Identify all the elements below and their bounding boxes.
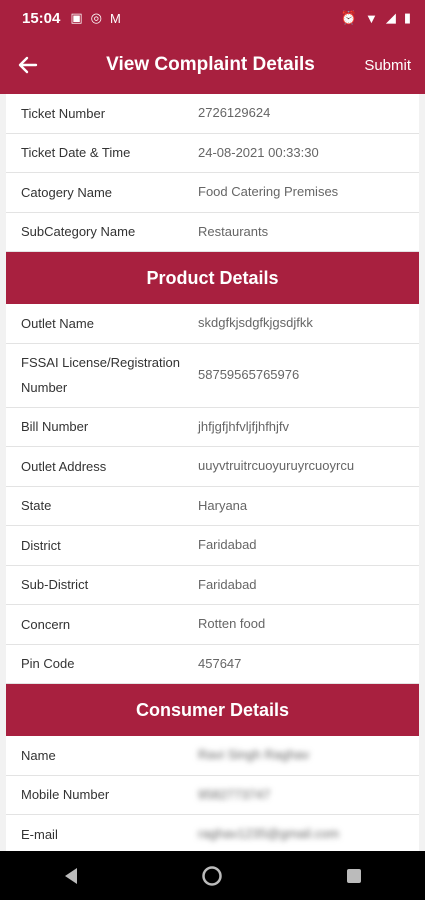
- back-button[interactable]: [0, 36, 56, 94]
- row-value: Faridabad: [198, 537, 257, 553]
- alarm-icon: ⏰: [340, 10, 357, 25]
- row-label: Catogery Name: [21, 184, 113, 200]
- row-value: Food Catering Premises: [198, 184, 339, 200]
- ticket-row: SubCategory Name Restaurants: [6, 213, 419, 252]
- row-label: E-mail: [21, 826, 58, 842]
- product-row: Concern Rotten food: [6, 605, 419, 645]
- consumer-details-header: Consumer Details: [6, 684, 419, 736]
- ticket-row: Ticket Date & Time 24-08-2021 00:33:30: [6, 134, 419, 173]
- consumer-row: Mobile Number 9582773747: [6, 776, 419, 815]
- product-row: Bill Number jhfjgfjhfvljfjhfhjfv: [6, 408, 419, 447]
- nav-recents-button[interactable]: [334, 856, 374, 896]
- product-row: FSSAI License/Registration Number 587595…: [6, 344, 419, 408]
- signal-icon: ◢: [385, 10, 396, 25]
- square-recents-icon: [347, 868, 362, 883]
- back-arrow-icon: [18, 56, 38, 74]
- row-label: FSSAI License/Registration Number: [21, 355, 180, 395]
- row-value: 24-08-2021 00:33:30: [198, 144, 319, 160]
- status-time: 15:04: [22, 9, 61, 27]
- row-label: District: [21, 537, 61, 553]
- wifi-icon: ▼: [364, 10, 378, 26]
- battery-icon: ▮: [403, 10, 411, 25]
- row-value: 2726129624: [198, 105, 271, 121]
- ticket-row: Catogery Name Food Catering Premises: [6, 173, 419, 213]
- row-value: Restaurants: [198, 223, 269, 239]
- row-label: Ticket Number: [21, 105, 106, 121]
- row-value: uuyvtruitrcuoyuruyrcuoyrcu: [198, 458, 355, 474]
- consumer-row: E-mail raghav1235@gmail.com: [6, 815, 419, 851]
- nav-back-button[interactable]: [51, 856, 91, 896]
- product-row: State Haryana: [6, 487, 419, 526]
- row-label: Bill Number: [21, 419, 89, 435]
- app-bar: View Complaint Details Submit: [0, 36, 425, 94]
- row-value: jhfjgfjhfvljfjhfhjfv: [198, 418, 290, 434]
- row-label: Sub-District: [21, 577, 89, 593]
- product-row: Outlet Name skdgfkjsdgfkjgsdjfkk: [6, 304, 419, 344]
- ticket-row: Ticket Number 2726129624: [6, 94, 419, 134]
- product-row: District Faridabad: [6, 526, 419, 566]
- nav-home-button[interactable]: [192, 856, 232, 896]
- system-nav-bar: [0, 851, 425, 900]
- submit-button[interactable]: Submit: [355, 57, 425, 74]
- row-label: Concern: [21, 616, 71, 632]
- product-row: Outlet Address uuyvtruitrcuoyuruyrcuoyrc…: [6, 447, 419, 487]
- row-label: Ticket Date & Time: [21, 145, 131, 161]
- row-label: State: [21, 498, 52, 514]
- image-icon: ▣: [70, 10, 83, 25]
- row-label: Outlet Name: [21, 315, 94, 331]
- row-value: Faridabad: [198, 576, 257, 592]
- row-label: Mobile Number: [21, 787, 110, 803]
- consumer-row: Name Ravi Singh Raghav: [6, 736, 419, 776]
- row-value: Rotten food: [198, 616, 266, 632]
- product-row: Pin Code 457647: [6, 645, 419, 684]
- product-card: Outlet Name skdgfkjsdgfkjgsdjfkk FSSAI L…: [6, 304, 419, 684]
- row-label: Name: [21, 747, 56, 763]
- page-title: View Complaint Details: [106, 54, 315, 75]
- row-value: 9582773747: [198, 786, 271, 802]
- row-value: skdgfkjsdgfkjgsdjfkk: [198, 315, 313, 331]
- whatsapp-icon: ◎: [90, 10, 103, 25]
- row-label: Outlet Address: [21, 458, 107, 474]
- ticket-card: Ticket Number 2726129624 Ticket Date & T…: [6, 94, 419, 252]
- row-value: Haryana: [198, 497, 248, 513]
- row-label: SubCategory Name: [21, 224, 136, 240]
- row-label: Pin Code: [21, 656, 75, 672]
- gmail-icon: M: [110, 10, 121, 26]
- status-bar: 15:04 ▣ ◎ M ⏰ ▼ ◢ ▮: [0, 0, 425, 36]
- triangle-back-icon: [64, 867, 77, 884]
- product-row: Sub-District Faridabad: [6, 566, 419, 605]
- row-value: Ravi Singh Raghav: [198, 747, 310, 763]
- row-value: 457647: [198, 655, 242, 671]
- product-details-header: Product Details: [6, 252, 419, 304]
- row-value: 58759565765976: [198, 367, 300, 382]
- row-value: raghav1235@gmail.com: [198, 826, 340, 842]
- complaint-details[interactable]: Ticket Number 2726129624 Ticket Date & T…: [6, 94, 419, 851]
- consumer-card: Name Ravi Singh Raghav Mobile Number 958…: [6, 736, 419, 851]
- home-circle-icon: [202, 865, 223, 886]
